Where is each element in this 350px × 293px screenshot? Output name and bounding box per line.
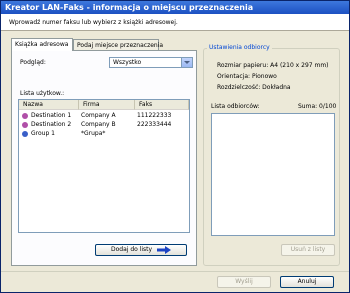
arrow-right-icon: [157, 245, 172, 254]
column-header-label: Faks: [139, 101, 153, 108]
resolution-text: Rozdzielczość: Dokładna: [217, 84, 291, 91]
tab-label: Podaj miejsce przeznaczenia: [77, 42, 164, 49]
instruction-text: Wprowadź numer faksu lub wybierz z książ…: [9, 19, 178, 26]
column-header-fax[interactable]: Faks: [135, 100, 189, 110]
row-name: Destination 1: [31, 112, 72, 119]
row-fax: 111222333: [137, 112, 172, 119]
row-fax: 222333444: [137, 121, 172, 128]
title-bar: Kreator LAN-Faks - informacja o miejscu …: [1, 1, 349, 14]
row-company: Company A: [81, 112, 116, 119]
recipient-list-label: Lista odbiorców:: [211, 103, 260, 110]
orientation-text: Orientacja: Pionowo: [217, 73, 277, 80]
send-button[interactable]: Wyślij: [217, 276, 271, 288]
group-icon: [22, 131, 28, 137]
paper-size-text: Rozmiar papieru: A4 (210 x 297 mm): [217, 62, 329, 69]
recipient-settings-title: Ustawienia odbiorcy: [207, 44, 272, 51]
send-label: Wyślij: [235, 278, 253, 285]
view-dropdown[interactable]: Wszystko: [109, 57, 193, 68]
window-title: Kreator LAN-Faks - informacja o miejscu …: [5, 3, 254, 12]
view-dropdown-value: Wszystko: [113, 59, 142, 66]
instruction-bar: Wprowadź numer faksu lub wybierz z książ…: [1, 14, 349, 31]
recipient-list[interactable]: [211, 113, 335, 236]
remove-from-list-label: Usuń z listy: [290, 246, 326, 253]
remove-from-list-button[interactable]: Usuń z listy: [281, 244, 335, 256]
footer-separator: [1, 271, 349, 272]
table-row[interactable]: Destination 2 Company B 222333444: [19, 121, 189, 129]
add-to-list-button[interactable]: Dodaj do listy: [95, 244, 187, 256]
user-list-label: Lista użytkow.:: [20, 90, 65, 97]
column-header-name[interactable]: Nazwa: [19, 100, 79, 110]
row-company: Company B: [81, 121, 116, 128]
view-label: Podgląd:: [20, 59, 46, 66]
person-icon: [22, 113, 28, 119]
table-row[interactable]: Group 1 *Grupa*: [19, 130, 189, 138]
chevron-down-icon[interactable]: [181, 58, 192, 67]
column-header-company[interactable]: Firma: [79, 100, 135, 110]
column-header-label: Firma: [83, 101, 100, 108]
cancel-button[interactable]: Anuluj: [280, 276, 334, 288]
column-header-label: Nazwa: [23, 101, 43, 108]
fax-wizard-window: Kreator LAN-Faks - informacja o miejscu …: [0, 0, 350, 293]
user-list[interactable]: Nazwa Firma Faks Destination 1 Company A…: [18, 99, 190, 233]
person-icon: [22, 122, 28, 128]
tab-label: Książka adresowa: [15, 41, 69, 48]
recipient-total: Suma: 0/100: [298, 103, 337, 110]
cancel-label: Anuluj: [297, 278, 317, 285]
add-to-list-label: Dodaj do listy: [110, 246, 153, 253]
tab-address-book[interactable]: Książka adresowa: [11, 38, 73, 51]
row-name: Destination 2: [31, 121, 72, 128]
table-row[interactable]: Destination 1 Company A 111222333: [19, 112, 189, 120]
row-name: Group 1: [31, 130, 55, 137]
row-company: *Grupa*: [81, 130, 106, 137]
